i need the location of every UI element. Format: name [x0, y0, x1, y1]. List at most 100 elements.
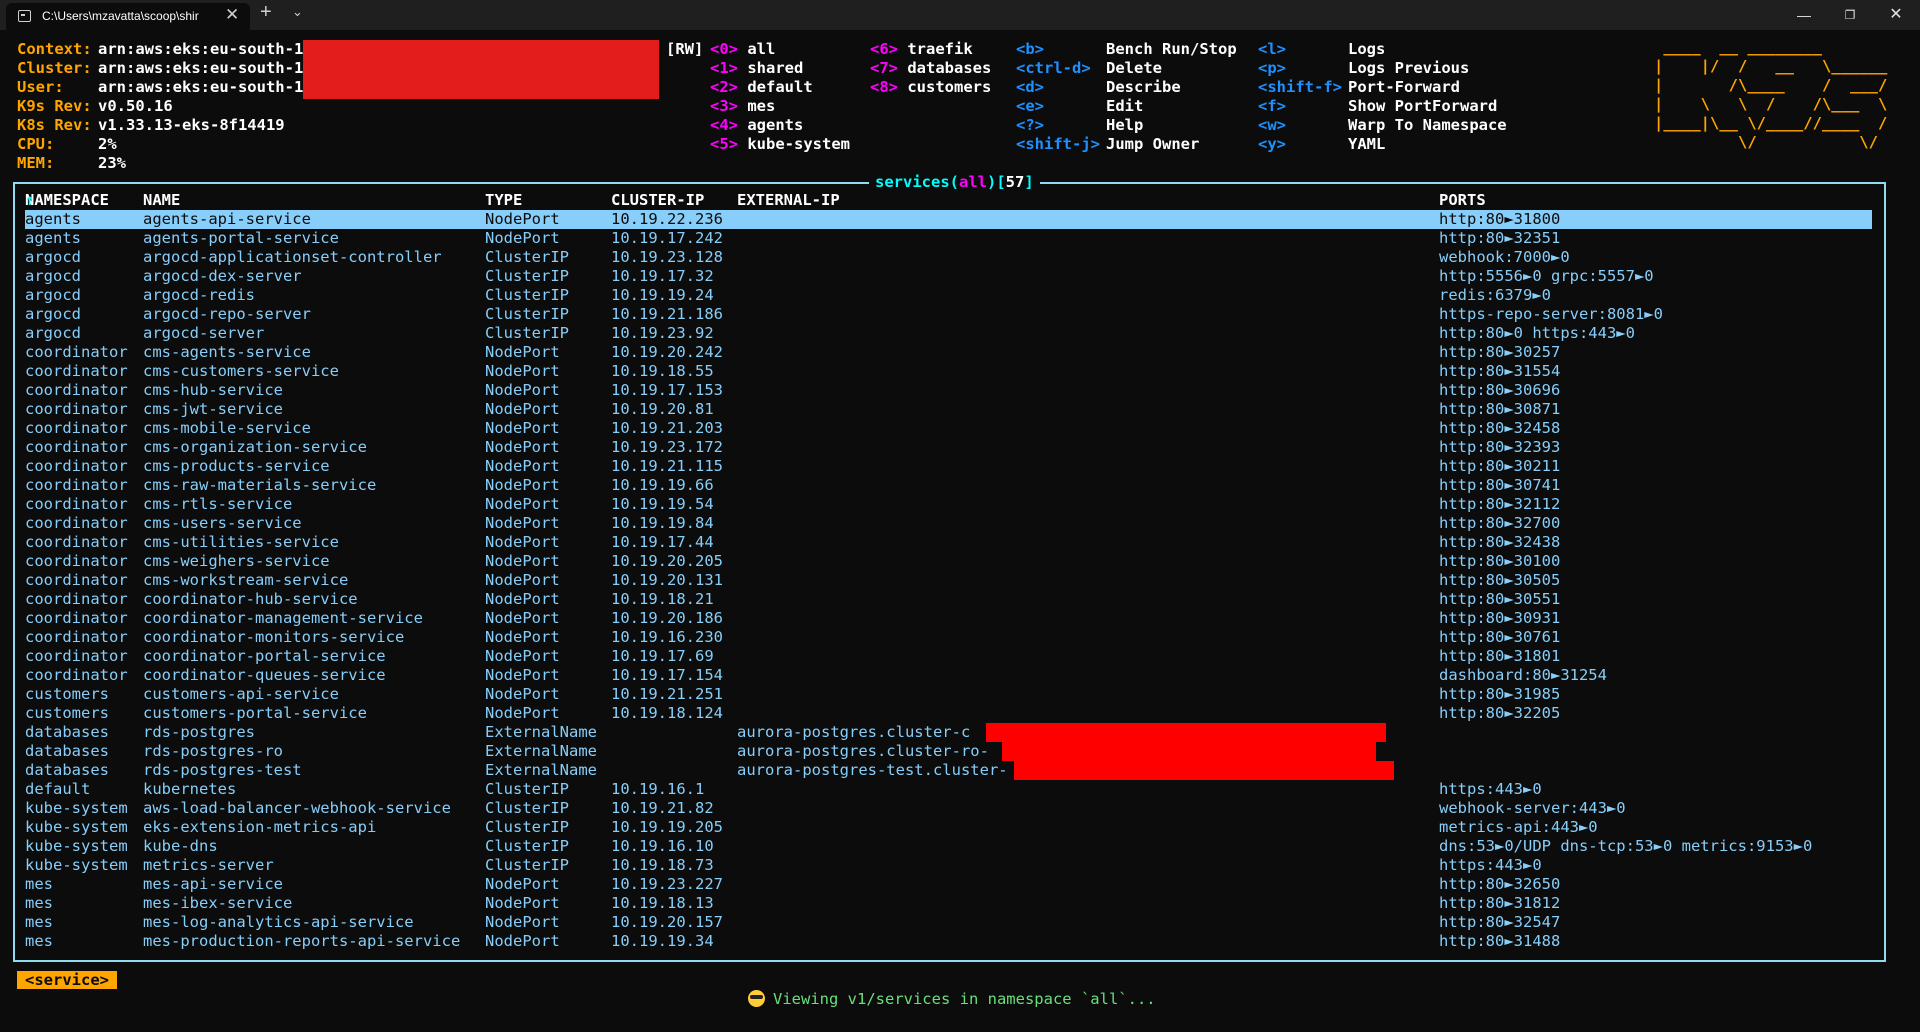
table-row[interactable]: kube-system metrics-server ClusterIP 10.19.… — [25, 856, 1872, 875]
table-row[interactable]: mes mes-ibex-service NodePort 10.19.18.13 ht… — [25, 894, 1872, 913]
shortcut-key[interactable]: <f> — [1258, 97, 1286, 115]
breadcrumb[interactable]: <service> — [17, 971, 117, 989]
cell-cluster-ip: 10.19.17.153 — [611, 381, 723, 399]
redaction-box — [303, 40, 659, 99]
table-row[interactable]: coordinator coordinator-queues-service Nod… — [25, 666, 1872, 685]
shortcut-description: Logs Previous — [1348, 59, 1470, 77]
table-row[interactable]: coordinator cms-jwt-service NodePort 10.19.… — [25, 400, 1872, 419]
table-row[interactable]: coordinator cms-weighers-service NodePort 1… — [25, 552, 1872, 571]
table-row[interactable]: coordinator cms-agents-service NodePort 10.… — [25, 343, 1872, 362]
cell-cluster-ip: 10.19.21.82 — [611, 799, 714, 817]
table-row[interactable]: coordinator cms-customers-service NodePort… — [25, 362, 1872, 381]
namespace-shortcut-all[interactable]: <0> all — [710, 40, 775, 58]
tab-dropdown-icon[interactable]: ⌄ — [292, 4, 303, 20]
table-row[interactable]: coordinator cms-utilities-service NodePort… — [25, 533, 1872, 552]
table-row[interactable]: databases rds-postgres-ro ExternalName auro… — [25, 742, 1872, 761]
table-row[interactable]: agents agents-api-service NodePort 10.19.22… — [25, 210, 1872, 229]
new-tab-button[interactable]: + — [260, 1, 272, 24]
cell-name: argocd-server — [143, 324, 265, 342]
table-row[interactable]: argocd argocd-redis ClusterIP 10.19.19.24 re… — [25, 286, 1872, 305]
column-header-cluster-ip[interactable]: CLUSTER-IP — [611, 191, 704, 209]
namespace-shortcut-agents[interactable]: <4> agents — [710, 116, 803, 134]
namespace-shortcut-traefik[interactable]: <6> traefik — [870, 40, 973, 58]
table-row[interactable]: kube-system eks-extension-metrics-api Clus… — [25, 818, 1872, 837]
shortcut-description: Edit — [1106, 97, 1144, 115]
maximize-button[interactable]: ❐ — [1827, 0, 1873, 30]
k8s-rev-value: v1.33.13-eks-8f14419 — [98, 116, 285, 134]
namespace-shortcut-default[interactable]: <2> default — [710, 78, 813, 96]
namespace-shortcut-databases[interactable]: <7> databases — [870, 59, 991, 77]
shortcut-key[interactable]: <y> — [1258, 135, 1286, 153]
cell-type: NodePort — [485, 381, 560, 399]
cell-cluster-ip: 10.19.20.157 — [611, 913, 723, 931]
table-row[interactable]: coordinator coordinator-management-servic… — [25, 609, 1872, 628]
table-row[interactable]: coordinator cms-rtls-service NodePort 10.19… — [25, 495, 1872, 514]
column-header-name[interactable]: NAME — [143, 191, 180, 209]
table-row[interactable]: databases rds-postgres ExternalName aurora-… — [25, 723, 1872, 742]
context-value: arn:aws:eks:eu-south-1: — [98, 40, 313, 58]
cell-cluster-ip: 10.19.17.69 — [611, 647, 714, 665]
column-header-external-ip[interactable]: EXTERNAL-IP — [737, 191, 840, 209]
shortcut-key[interactable]: <shift-j> — [1016, 135, 1100, 153]
cell-namespace: argocd — [25, 248, 81, 266]
table-row[interactable]: kube-system aws-load-balancer-webhook-ser… — [25, 799, 1872, 818]
shortcut-key[interactable]: <e> — [1016, 97, 1044, 115]
table-row[interactable]: coordinator coordinator-portal-service Nod… — [25, 647, 1872, 666]
cell-type: ClusterIP — [485, 818, 569, 836]
minimize-button[interactable]: — — [1781, 0, 1827, 30]
table-row[interactable]: agents agents-portal-service NodePort 10.19… — [25, 229, 1872, 248]
cell-ports: http:5556►0 grpc:5557►0 — [1439, 267, 1654, 285]
window-close-button[interactable]: ✕ — [1873, 0, 1919, 30]
tab-close-icon[interactable]: ✕ — [225, 5, 239, 25]
table-row[interactable]: coordinator cms-hub-service NodePort 10.19.… — [25, 381, 1872, 400]
table-row[interactable]: coordinator coordinator-monitors-service N… — [25, 628, 1872, 647]
cell-namespace: coordinator — [25, 381, 128, 399]
namespace-shortcut-mes[interactable]: <3> mes — [710, 97, 775, 115]
shortcut-key[interactable]: <w> — [1258, 116, 1286, 134]
column-header-ports[interactable]: PORTS — [1439, 191, 1486, 209]
table-row[interactable]: mes mes-api-service NodePort 10.19.23.227 ht… — [25, 875, 1872, 894]
cell-namespace: argocd — [25, 324, 81, 342]
table-row[interactable]: coordinator cms-organization-service NodeP… — [25, 438, 1872, 457]
cell-cluster-ip: 10.19.20.205 — [611, 552, 723, 570]
shortcut-key[interactable]: <p> — [1258, 59, 1286, 77]
namespace-shortcut-kube-system[interactable]: <5> kube-system — [710, 135, 850, 153]
table-row[interactable]: customers customers-api-service NodePort 10… — [25, 685, 1872, 704]
table-row[interactable]: coordinator cms-raw-materials-service Node… — [25, 476, 1872, 495]
table-row[interactable]: coordinator cms-products-service NodePort 1… — [25, 457, 1872, 476]
cell-namespace: coordinator — [25, 647, 128, 665]
namespace-shortcut-customers[interactable]: <8> customers — [870, 78, 991, 96]
cell-ports: http:80►31488 — [1439, 932, 1561, 950]
shortcut-key[interactable]: <d> — [1016, 78, 1044, 96]
cell-type: NodePort — [485, 590, 560, 608]
namespace-shortcut-key: <2> — [710, 78, 738, 96]
table-row[interactable]: coordinator cms-mobile-service NodePort 10.… — [25, 419, 1872, 438]
column-header-type[interactable]: TYPE — [485, 191, 522, 209]
table-row[interactable]: databases rds-postgres-test ExternalName au… — [25, 761, 1872, 780]
cell-cluster-ip: 10.19.17.44 — [611, 533, 714, 551]
cell-namespace: coordinator — [25, 571, 128, 589]
table-row[interactable]: coordinator coordinator-hub-service NodePo… — [25, 590, 1872, 609]
table-row[interactable]: argocd argocd-applicationset-controller Cl… — [25, 248, 1872, 267]
shortcut-key[interactable]: <shift-f> — [1258, 78, 1342, 96]
shortcut-key[interactable]: <ctrl-d> — [1016, 59, 1091, 77]
table-row[interactable]: mes mes-production-reports-api-service Nod… — [25, 932, 1872, 951]
terminal-tab[interactable]: C:\Users\mzavatta\scoop\shir ✕ — [6, 3, 250, 30]
table-row[interactable]: argocd argocd-repo-server ClusterIP 10.19.2… — [25, 305, 1872, 324]
table-row[interactable]: customers customers-portal-service NodePor… — [25, 704, 1872, 723]
table-row[interactable]: argocd argocd-server ClusterIP 10.19.23.92 h… — [25, 324, 1872, 343]
user-label: User: — [17, 78, 64, 96]
table-row[interactable]: mes mes-log-analytics-api-service NodePort… — [25, 913, 1872, 932]
cell-cluster-ip: 10.19.20.186 — [611, 609, 723, 627]
shortcut-key[interactable]: <?> — [1016, 116, 1044, 134]
table-title-namespace: all — [959, 173, 987, 191]
status-message: Viewing v1/services in namespace `all`..… — [748, 990, 1156, 1008]
table-row[interactable]: coordinator cms-workstream-service NodePor… — [25, 571, 1872, 590]
shortcut-key[interactable]: <b> — [1016, 40, 1044, 58]
table-row[interactable]: argocd argocd-dex-server ClusterIP 10.19.17… — [25, 267, 1872, 286]
shortcut-key[interactable]: <l> — [1258, 40, 1286, 58]
table-row[interactable]: coordinator cms-users-service NodePort 10.1… — [25, 514, 1872, 533]
table-row[interactable]: kube-system kube-dns ClusterIP 10.19.16.10 d… — [25, 837, 1872, 856]
table-row[interactable]: default kubernetes ClusterIP 10.19.16.1 http… — [25, 780, 1872, 799]
namespace-shortcut-shared[interactable]: <1> shared — [710, 59, 803, 77]
